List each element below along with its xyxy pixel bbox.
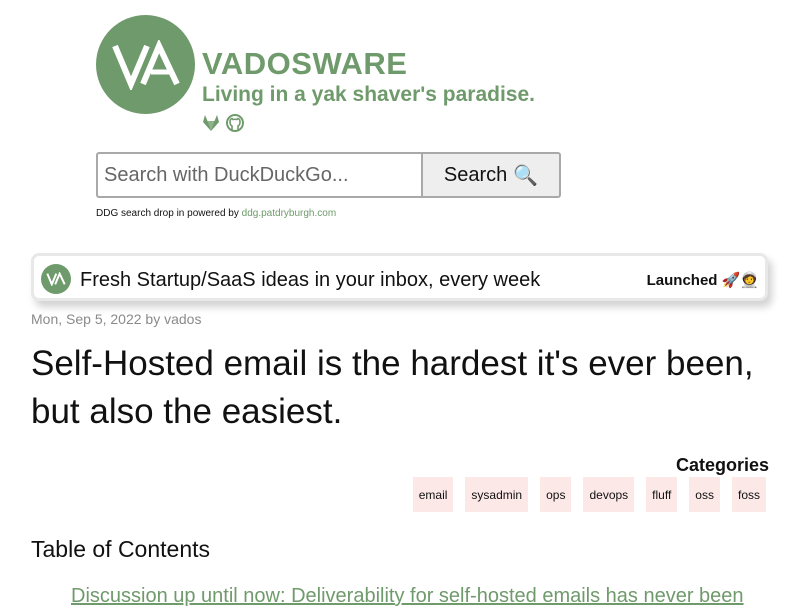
category-ops[interactable]: ops <box>540 477 572 512</box>
post-meta: Mon, Sep 5, 2022 by vados <box>31 311 201 327</box>
toc-item-link[interactable]: Discussion up until now: Deliverability … <box>71 585 791 608</box>
category-sysadmin[interactable]: sysadmin <box>465 477 529 512</box>
site-logo-mark <box>111 39 180 90</box>
category-devops[interactable]: devops <box>583 477 635 512</box>
search-form: Search 🔍 <box>96 152 561 198</box>
category-oss[interactable]: oss <box>689 477 720 512</box>
category-foss[interactable]: foss <box>731 477 766 512</box>
banner-badge: Launched 🚀🧑‍🚀 <box>646 272 759 289</box>
search-icon: 🔍 <box>513 164 539 187</box>
post-date: Mon, Sep 5, 2022 <box>31 311 142 327</box>
search-note: DDG search drop in powered by ddg.patdry… <box>96 208 336 219</box>
banner-logo <box>41 264 71 294</box>
search-note-text: DDG search drop in powered by <box>96 208 239 219</box>
banner-text: Fresh Startup/SaaS ideas in your inbox, … <box>80 269 541 291</box>
search-input[interactable] <box>96 152 421 198</box>
toc-heading: Table of Contents <box>31 536 211 562</box>
categories-list: email sysadmin ops devops fluff oss foss <box>412 477 766 512</box>
post-by: by <box>145 311 161 327</box>
social-links <box>201 113 245 133</box>
gitlab-icon[interactable] <box>201 113 221 133</box>
site-title[interactable]: VADOSWARE <box>202 46 407 82</box>
site-tagline: Living in a yak shaver's paradise. <box>202 83 535 106</box>
category-email[interactable]: email <box>412 477 454 512</box>
post-author[interactable]: vados <box>164 311 201 327</box>
banner-logo-mark <box>46 272 66 286</box>
search-note-link[interactable]: ddg.patdryburgh.com <box>242 208 337 219</box>
post-title: Self-Hosted email is the hardest it's ev… <box>31 344 754 431</box>
category-fluff[interactable]: fluff <box>646 477 678 512</box>
site-logo[interactable] <box>96 15 195 114</box>
search-button[interactable]: Search 🔍 <box>421 152 561 198</box>
categories-heading: Categories <box>675 455 769 475</box>
github-icon[interactable] <box>225 113 245 133</box>
newsletter-banner[interactable]: Fresh Startup/SaaS ideas in your inbox, … <box>31 253 768 301</box>
search-button-label: Search <box>443 163 508 186</box>
